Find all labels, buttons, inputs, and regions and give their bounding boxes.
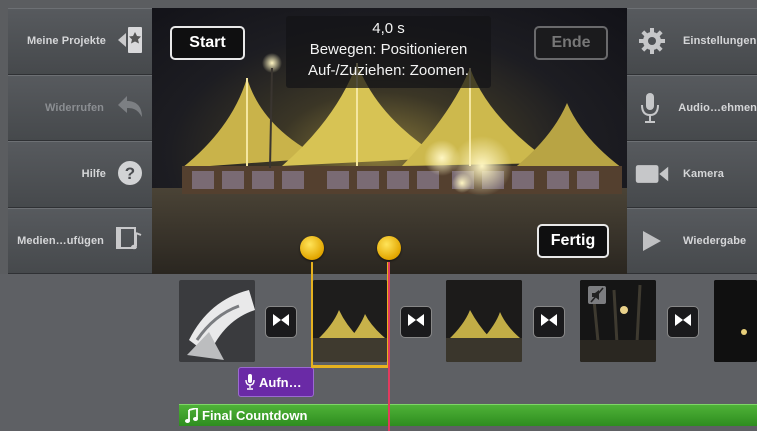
audio-recording-clip[interactable]: Aufn… (238, 367, 314, 397)
bowtie-transition-icon (272, 313, 290, 332)
trim-start-button[interactable]: Start (170, 26, 245, 60)
sidebar-item-add-media[interactable]: Medien…ufügen (8, 207, 152, 274)
background-music-track[interactable]: Final Countdown (179, 404, 757, 426)
clip-thumbnail-partial[interactable] (714, 280, 757, 362)
bowtie-transition-icon (407, 313, 425, 332)
sidebar-item-label: Hilfe (81, 168, 106, 181)
move-hint: Bewegen: Positionieren (309, 41, 468, 58)
left-sidebar: Meine Projekte Widerrufen Hilfe ? Medien… (8, 8, 152, 274)
clip-trim-selection[interactable] (311, 262, 389, 368)
trim-handle-end[interactable] (377, 236, 401, 260)
projects-star-icon (116, 25, 144, 58)
trim-handle-start[interactable] (300, 236, 324, 260)
sidebar-item-label: Kamera (683, 168, 724, 181)
undo-arrow-icon (114, 93, 144, 122)
sidebar-item-label: Medien…ufügen (17, 234, 104, 247)
sidebar-item-projects[interactable]: Meine Projekte (8, 8, 152, 75)
timeline[interactable]: Aufn… Final Countdown (0, 236, 757, 431)
clip-thumbnail[interactable] (446, 280, 522, 362)
playhead[interactable] (388, 262, 390, 431)
music-track-label: Final Countdown (202, 408, 308, 423)
sidebar-item-label: Meine Projekte (26, 35, 106, 48)
imovie-editor: Meine Projekte Widerrufen Hilfe ? Medien… (0, 0, 757, 431)
help-question-icon: ? (116, 159, 144, 190)
gear-icon (635, 27, 669, 55)
clip-duration: 4,0 s (372, 20, 405, 37)
bowtie-transition-icon (674, 313, 692, 332)
sidebar-item-label: Wiedergabe (683, 234, 747, 247)
trim-end-button[interactable]: Ende (534, 26, 608, 60)
sidebar-item-undo[interactable]: Widerrufen (8, 74, 152, 141)
sidebar-item-label: Einstellungen (683, 35, 757, 48)
camera-icon (635, 161, 669, 187)
bowtie-transition-icon (540, 313, 558, 332)
sidebar-item-camera[interactable]: Kamera (627, 141, 757, 208)
clip-thumbnail-photo[interactable] (179, 280, 255, 362)
media-add-icon (114, 225, 144, 256)
sidebar-item-label: Audio…ehmen (678, 101, 757, 114)
trim-info-overlay: 4,0 s Bewegen: Positionieren Auf-/Zuzieh… (286, 16, 491, 88)
transition-button[interactable] (265, 306, 297, 338)
pinch-hint: Auf-/Zuziehen: Zoomen. (308, 62, 469, 79)
music-note-icon (185, 408, 198, 423)
sidebar-item-record-audio[interactable]: Audio…ehmen (627, 74, 757, 141)
right-sidebar: Einstellungen Audio…ehmen Kamera Wiederg… (627, 8, 757, 274)
sidebar-item-playback[interactable]: Wiedergabe (627, 207, 757, 274)
transition-button[interactable] (533, 306, 565, 338)
speaker-muted-icon (588, 286, 606, 309)
sidebar-item-help[interactable]: Hilfe ? (8, 141, 152, 208)
video-preview[interactable]: Start Ende 4,0 s Bewegen: Positionieren … (152, 8, 627, 274)
microphone-icon (245, 374, 255, 390)
transition-button[interactable] (400, 306, 432, 338)
play-icon (635, 229, 669, 253)
microphone-icon (635, 92, 664, 124)
clip-thumbnail-muted[interactable] (580, 280, 656, 362)
transition-button[interactable] (667, 306, 699, 338)
done-button[interactable]: Fertig (537, 224, 609, 258)
svg-text:?: ? (125, 164, 135, 183)
audio-clip-label: Aufn… (259, 374, 302, 390)
sidebar-item-label: Widerrufen (45, 101, 104, 114)
sidebar-item-settings[interactable]: Einstellungen (627, 8, 757, 75)
